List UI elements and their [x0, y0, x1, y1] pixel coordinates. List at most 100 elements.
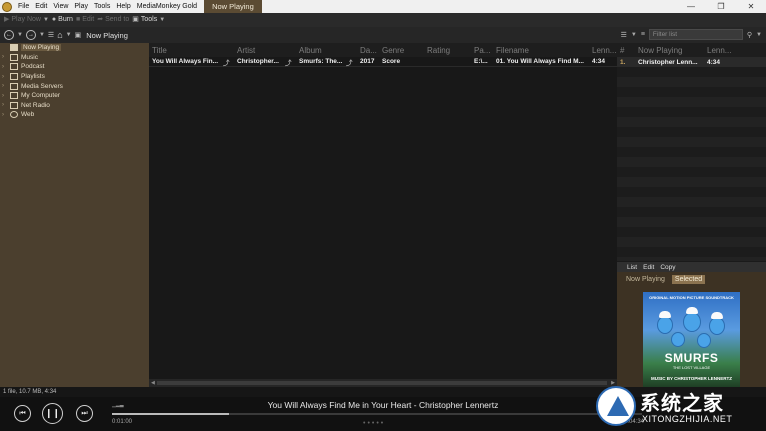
smurf-hat [711, 312, 723, 319]
now-playing-header: # Now Playing Lenn... [617, 43, 766, 57]
smurf-hat [686, 307, 698, 314]
tree-item-playlists[interactable]: › Playlists [0, 72, 149, 82]
column-number[interactable]: # [617, 46, 635, 55]
tree-item-net-radio[interactable]: › Net Radio [0, 101, 149, 111]
play-now-button[interactable]: ▶ Play Now ▼ [4, 13, 49, 27]
visualizer-dots: ••••• [363, 420, 386, 427]
tree-item-music[interactable]: › Music [0, 53, 149, 63]
breadcrumb[interactable]: Now Playing [86, 31, 128, 40]
column-date[interactable]: Da... [357, 46, 379, 55]
seek-bar[interactable] [112, 413, 642, 415]
edit-button[interactable]: ■ Edit [76, 13, 94, 27]
close-icon[interactable]: ✕ [736, 0, 766, 13]
column-genre[interactable]: Genre [379, 46, 424, 55]
track-artist: Christopher Lenn... [638, 58, 698, 66]
menu-mediamonkey-gold[interactable]: MediaMonkey Gold [134, 0, 200, 13]
tools-icon: ▣ [132, 16, 139, 23]
chevron-down-icon[interactable]: ▼ [756, 32, 762, 38]
app-logo-icon [2, 1, 12, 12]
tab-now-playing[interactable]: Now Playing [204, 0, 262, 13]
chevron-down-icon[interactable]: ▼ [39, 32, 45, 38]
smurf-figure [683, 312, 701, 332]
expand-icon[interactable]: › [2, 102, 10, 108]
seek-bar-fill [112, 413, 229, 415]
home-icon[interactable]: ⌂ [57, 30, 62, 40]
column-now-playing[interactable]: Now Playing [635, 46, 704, 55]
tree-item-web[interactable]: › Web [0, 110, 149, 120]
scroll-left-icon[interactable]: ◀ [151, 380, 155, 386]
tree-item-my-computer[interactable]: › My Computer [0, 91, 149, 101]
cell-genre: Score [382, 58, 401, 65]
menu-play[interactable]: Play [71, 0, 91, 13]
menu-tools[interactable]: Tools [91, 0, 113, 13]
navigation-bar: ← ▼ → ▼ ☰ ⌂ ▼ ▣ Now Playing ☰ ▼ ≡ Filter… [0, 27, 766, 43]
tree-item-podcast[interactable]: › Podcast [0, 62, 149, 72]
next-icon[interactable]: ⏭ [76, 405, 93, 422]
list-item[interactable]: 1. Christopher Lenn... 4:34 [617, 57, 766, 67]
cell-filename: 01. You Will Always Find M... [496, 58, 584, 65]
minimize-icon[interactable]: — [676, 0, 706, 13]
expand-icon[interactable]: › [2, 64, 10, 70]
watermark-chinese-text: 系统之家 [640, 391, 724, 415]
tree-item-label: Net Radio [21, 101, 50, 109]
back-icon[interactable]: ← [4, 30, 14, 40]
column-length[interactable]: Lenn... [589, 46, 617, 55]
menu-edit[interactable]: Edit [32, 0, 50, 13]
tree-toggle-icon[interactable]: ☰ [48, 31, 54, 39]
view-list-icon[interactable]: ☰ [621, 31, 627, 39]
column-path[interactable]: Pa... [471, 46, 493, 55]
column-album[interactable]: Album [296, 46, 357, 55]
tab-now-playing[interactable]: Now Playing [623, 275, 668, 284]
previous-icon[interactable]: ⏮ [14, 405, 31, 422]
track-list: Title Artist Album Da... Genre Rating Pa… [149, 43, 617, 387]
podcast-icon [10, 63, 18, 71]
scrollbar-thumb[interactable] [157, 381, 607, 385]
tree-item-media-servers[interactable]: › Media Servers [0, 81, 149, 91]
horizontal-scrollbar[interactable]: ◀ ▶ [149, 379, 617, 387]
search-icon[interactable]: ⚲ [747, 31, 752, 39]
album-art: ORIGINAL MOTION PICTURE SOUNDTRACK SMURF… [643, 292, 740, 387]
tree-item-now-playing[interactable]: Now Playing [0, 43, 149, 53]
menu-edit[interactable]: Edit [643, 264, 654, 271]
restore-icon[interactable]: ❐ [706, 0, 736, 13]
column-artist[interactable]: Artist [234, 46, 296, 55]
track-length: 4:34 [707, 58, 721, 66]
watermark: 系统之家 XITONGZHIJIA.NET [596, 384, 766, 431]
menu-help[interactable]: Help [113, 0, 133, 13]
columns-icon[interactable]: ≡ [641, 31, 645, 38]
menu-copy[interactable]: Copy [660, 264, 675, 271]
filter-input[interactable]: Filter list [648, 29, 743, 40]
toolbar: ▶ Play Now ▼ ● Burn ■ Edit ➦ Send to ▣ T… [0, 13, 766, 27]
tab-selected[interactable]: Selected [671, 274, 706, 284]
cell-path: E:\... [474, 58, 488, 65]
menu-list[interactable]: List [627, 264, 637, 271]
send-to-button[interactable]: ➦ Send to [97, 13, 129, 27]
menu-view[interactable]: View [50, 0, 71, 13]
send-to-icon: ➦ [97, 16, 104, 23]
now-playing-panel: # Now Playing Lenn... 1. Christopher Len… [617, 43, 766, 387]
expand-icon[interactable]: › [2, 112, 10, 118]
chevron-down-icon: ▼ [42, 17, 49, 23]
tools-label: Tools [140, 16, 158, 23]
chevron-down-icon[interactable]: ▼ [631, 32, 637, 38]
expand-icon[interactable]: › [2, 93, 10, 99]
forward-icon[interactable]: → [25, 30, 36, 40]
edit-icon: ■ [75, 16, 81, 23]
menu-file[interactable]: File [15, 0, 32, 13]
column-title[interactable]: Title [149, 46, 234, 55]
now-playing-icon: ▣ [74, 32, 82, 39]
expand-icon[interactable]: › [2, 83, 10, 89]
column-filename[interactable]: Filename [493, 46, 589, 55]
chevron-down-icon[interactable]: ▼ [66, 32, 72, 38]
column-length[interactable]: Lenn... [704, 46, 744, 55]
table-row[interactable]: You Will Always Fin... ⤴ Christopher... … [149, 57, 617, 67]
pause-icon[interactable]: ❙❙ [42, 403, 63, 424]
net-radio-icon [10, 101, 18, 109]
tools-button[interactable]: ▣ Tools ▼ [132, 13, 165, 27]
chevron-down-icon[interactable]: ▼ [17, 32, 23, 38]
expand-icon[interactable]: › [2, 74, 10, 80]
now-playing-icon [10, 44, 18, 52]
expand-icon[interactable]: › [2, 54, 10, 60]
burn-button[interactable]: ● Burn [52, 13, 73, 27]
column-rating[interactable]: Rating [424, 46, 471, 55]
